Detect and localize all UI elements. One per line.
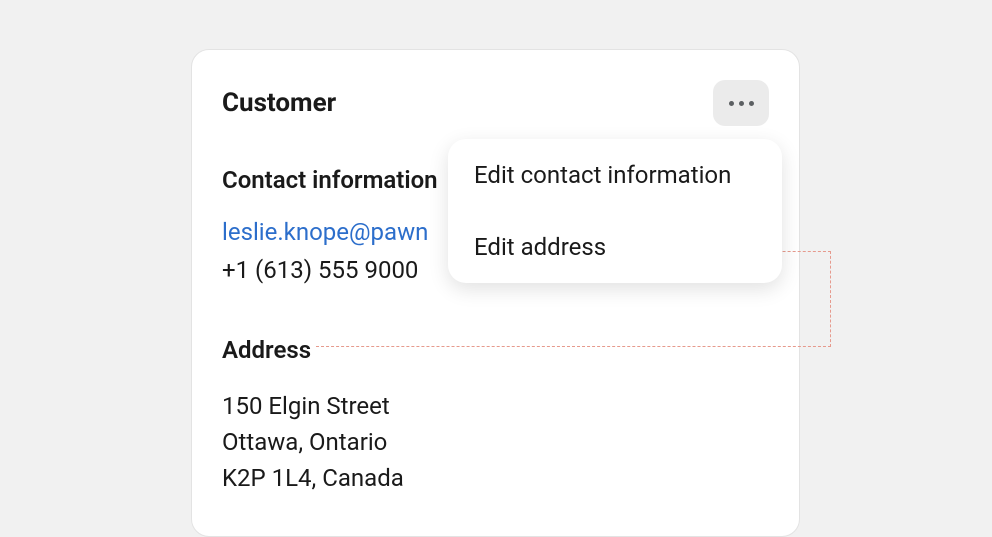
customer-card: Customer Contact information leslie.knop… <box>191 49 800 537</box>
more-icon <box>729 101 734 106</box>
more-actions-button[interactable] <box>713 80 769 126</box>
more-icon <box>749 101 754 106</box>
edit-address-action[interactable]: Edit address <box>448 211 782 283</box>
edit-contact-action[interactable]: Edit contact information <box>448 139 782 211</box>
address-line-2: Ottawa, Ontario <box>222 424 769 460</box>
card-title: Customer <box>222 88 336 118</box>
card-header: Customer <box>222 80 769 126</box>
address-line-3: K2P 1L4, Canada <box>222 460 769 496</box>
actions-popover: Edit contact information Edit address <box>448 139 782 283</box>
address-heading: Address <box>222 336 769 364</box>
address-line-1: 150 Elgin Street <box>222 388 769 424</box>
more-icon <box>739 101 744 106</box>
